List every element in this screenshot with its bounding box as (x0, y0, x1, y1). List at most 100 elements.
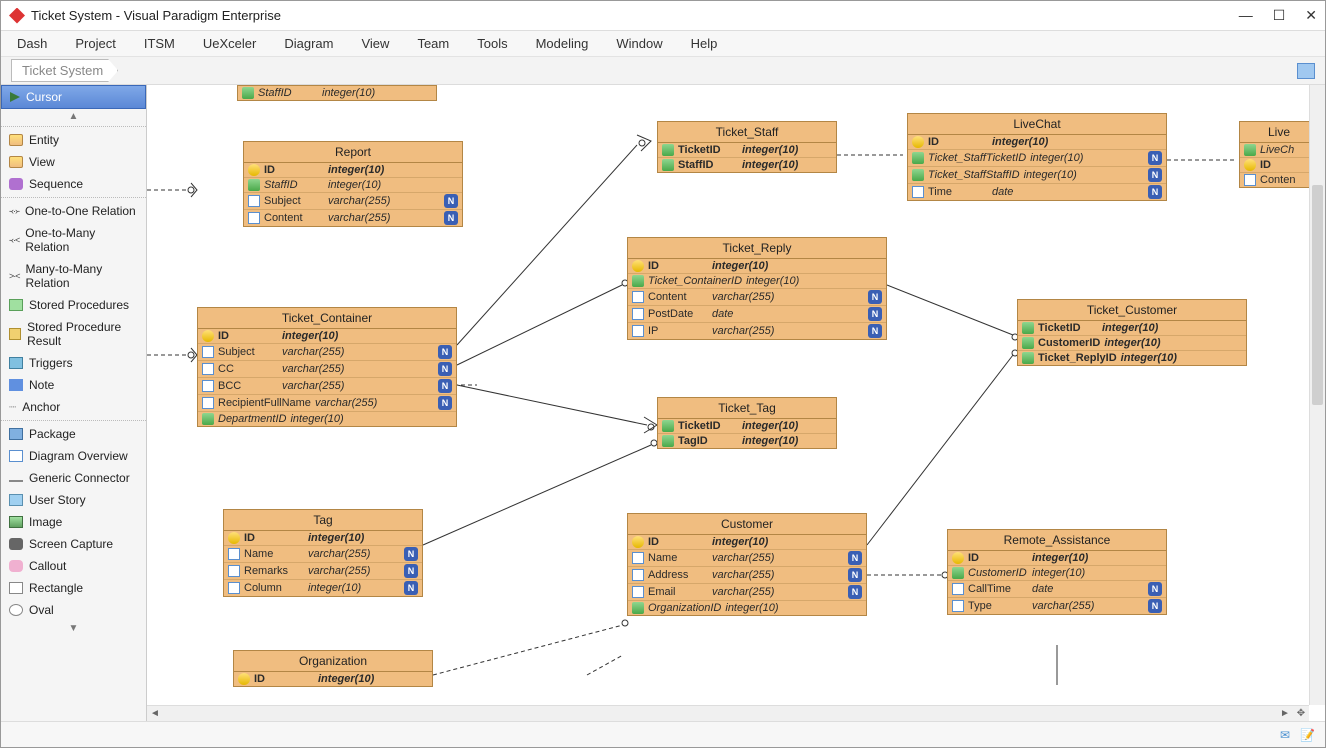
palette-triggers[interactable]: Triggers (1, 352, 146, 374)
breadcrumb-item[interactable]: Ticket System (11, 59, 118, 82)
palette-screen-capture[interactable]: Screen Capture (1, 533, 146, 555)
entity-column[interactable]: Ticket_StaffStaffIDinteger(10)N (908, 167, 1166, 184)
palette-sequence[interactable]: Sequence (1, 173, 146, 195)
entity-column[interactable]: TicketIDinteger(10) (658, 419, 836, 434)
menu-view[interactable]: View (361, 36, 389, 51)
menu-diagram[interactable]: Diagram (284, 36, 333, 51)
palette-anchor[interactable]: ┈Anchor (1, 396, 146, 418)
menu-window[interactable]: Window (616, 36, 662, 51)
entity-column[interactable]: Remarksvarchar(255)N (224, 563, 422, 580)
view-options-icon[interactable] (1297, 63, 1315, 79)
entity-column[interactable]: TagIDinteger(10) (658, 434, 836, 448)
entity-column[interactable]: CustomerIDinteger(10) (948, 566, 1166, 581)
entity-staffid_frag[interactable]: StaffIDinteger(10) (237, 85, 437, 101)
entity-column[interactable]: IDinteger(10) (244, 163, 462, 178)
palette-package[interactable]: Package (1, 420, 146, 445)
entity-column[interactable]: OrganizationIDinteger(10) (628, 601, 866, 615)
mail-icon[interactable]: ✉ (1280, 728, 1290, 742)
menu-itsm[interactable]: ITSM (144, 36, 175, 51)
entity-column[interactable]: IDinteger(10) (948, 551, 1166, 566)
palette-view[interactable]: View (1, 151, 146, 173)
entity-column[interactable]: Conten (1240, 173, 1318, 187)
palette-entity[interactable]: Entity (1, 126, 146, 151)
menu-modeling[interactable]: Modeling (536, 36, 589, 51)
palette-image[interactable]: Image (1, 511, 146, 533)
entity-ticket_reply[interactable]: Ticket_ReplyIDinteger(10)Ticket_Containe… (627, 237, 887, 340)
entity-column[interactable]: TicketIDinteger(10) (658, 143, 836, 158)
scroll-right-icon[interactable]: ► (1277, 708, 1293, 719)
palette-one-to-one-relation[interactable]: -‹·›-One-to-One Relation (1, 197, 146, 222)
scroll-left-icon[interactable]: ◄ (147, 708, 163, 719)
entity-column[interactable]: IDinteger(10) (908, 135, 1166, 150)
menu-team[interactable]: Team (417, 36, 449, 51)
entity-column[interactable]: Namevarchar(255)N (224, 546, 422, 563)
entity-column[interactable]: Subjectvarchar(255)N (244, 193, 462, 210)
entity-column[interactable]: IPvarchar(255)N (628, 323, 886, 339)
entity-organization[interactable]: OrganizationIDinteger(10) (233, 650, 433, 687)
entity-report[interactable]: ReportIDinteger(10)StaffIDinteger(10)Sub… (243, 141, 463, 227)
entity-ticket_tag[interactable]: Ticket_TagTicketIDinteger(10)TagIDintege… (657, 397, 837, 449)
canvas-area[interactable]: StaffIDinteger(10)ReportIDinteger(10)Sta… (147, 85, 1325, 721)
entity-column[interactable]: StaffIDinteger(10) (238, 86, 436, 100)
menu-uexceler[interactable]: UeXceler (203, 36, 256, 51)
entity-column[interactable]: TicketIDinteger(10) (1018, 321, 1246, 336)
palette-rectangle[interactable]: Rectangle (1, 577, 146, 599)
menu-tools[interactable]: Tools (477, 36, 507, 51)
menu-help[interactable]: Help (691, 36, 718, 51)
palette-cursor[interactable]: Cursor (1, 85, 146, 109)
note-icon[interactable]: 📝 (1300, 728, 1315, 742)
entity-column[interactable]: Columninteger(10)N (224, 580, 422, 596)
entity-column[interactable]: LiveCh (1240, 143, 1318, 158)
entity-column[interactable]: CCvarchar(255)N (198, 361, 456, 378)
palette-callout[interactable]: Callout (1, 555, 146, 577)
entity-ticket_staff[interactable]: Ticket_StaffTicketIDinteger(10)StaffIDin… (657, 121, 837, 173)
vertical-scrollbar[interactable] (1309, 85, 1325, 705)
entity-column[interactable]: Ticket_StaffTicketIDinteger(10)N (908, 150, 1166, 167)
entity-column[interactable]: Addressvarchar(255)N (628, 567, 866, 584)
pan-icon[interactable]: ✥ (1293, 708, 1309, 719)
entity-column[interactable]: ID (1240, 158, 1318, 173)
entity-tag[interactable]: TagIDinteger(10)Namevarchar(255)NRemarks… (223, 509, 423, 597)
palette-user-story[interactable]: User Story (1, 489, 146, 511)
horizontal-scrollbar[interactable]: ◄ ► ✥ (147, 705, 1309, 721)
maximize-button[interactable]: ☐ (1273, 7, 1286, 24)
menu-project[interactable]: Project (75, 36, 115, 51)
entity-column[interactable]: StaffIDinteger(10) (658, 158, 836, 172)
entity-column[interactable]: Typevarchar(255)N (948, 598, 1166, 614)
entity-column[interactable]: IDinteger(10) (628, 259, 886, 274)
entity-ticket_customer[interactable]: Ticket_CustomerTicketIDinteger(10)Custom… (1017, 299, 1247, 366)
entity-column[interactable]: CustomerIDinteger(10) (1018, 336, 1246, 351)
palette-note[interactable]: Note (1, 374, 146, 396)
palette-diagram-overview[interactable]: Diagram Overview (1, 445, 146, 467)
entity-livechat[interactable]: LiveChatIDinteger(10)Ticket_StaffTicketI… (907, 113, 1167, 201)
entity-column[interactable]: Ticket_ReplyIDinteger(10) (1018, 351, 1246, 365)
entity-column[interactable]: Namevarchar(255)N (628, 550, 866, 567)
entity-column[interactable]: PostDatedateN (628, 306, 886, 323)
entity-column[interactable]: Emailvarchar(255)N (628, 584, 866, 601)
entity-column[interactable]: RecipientFullNamevarchar(255)N (198, 395, 456, 412)
entity-column[interactable]: DepartmentIDinteger(10) (198, 412, 456, 426)
entity-column[interactable]: Contentvarchar(255)N (628, 289, 886, 306)
close-button[interactable]: ✕ (1305, 7, 1317, 24)
entity-column[interactable]: IDinteger(10) (628, 535, 866, 550)
entity-column[interactable]: TimedateN (908, 184, 1166, 200)
palette-many-to-many-relation[interactable]: >·<Many-to-Many Relation (1, 258, 146, 294)
entity-customer[interactable]: CustomerIDinteger(10)Namevarchar(255)NAd… (627, 513, 867, 616)
entity-ticket_container[interactable]: Ticket_ContainerIDinteger(10)Subjectvarc… (197, 307, 457, 427)
palette-oval[interactable]: Oval (1, 599, 146, 621)
minimize-button[interactable]: — (1239, 7, 1253, 24)
entity-column[interactable]: Subjectvarchar(255)N (198, 344, 456, 361)
entity-column[interactable]: Ticket_ContainerIDinteger(10) (628, 274, 886, 289)
palette-stored-procedures[interactable]: Stored Procedures (1, 294, 146, 316)
entity-column[interactable]: IDinteger(10) (224, 531, 422, 546)
palette-generic-connector[interactable]: Generic Connector (1, 467, 146, 489)
entity-column[interactable]: IDinteger(10) (234, 672, 432, 686)
entity-live_frag[interactable]: LiveLiveChIDConten (1239, 121, 1319, 188)
entity-remote_assistance[interactable]: Remote_AssistanceIDinteger(10)CustomerID… (947, 529, 1167, 615)
palette-stored-procedure-result[interactable]: Stored Procedure Result (1, 316, 146, 352)
entity-column[interactable]: Contentvarchar(255)N (244, 210, 462, 226)
entity-column[interactable]: BCCvarchar(255)N (198, 378, 456, 395)
menu-dash[interactable]: Dash (17, 36, 47, 51)
entity-column[interactable]: StaffIDinteger(10) (244, 178, 462, 193)
palette-one-to-many-relation[interactable]: -‹·<One-to-Many Relation (1, 222, 146, 258)
